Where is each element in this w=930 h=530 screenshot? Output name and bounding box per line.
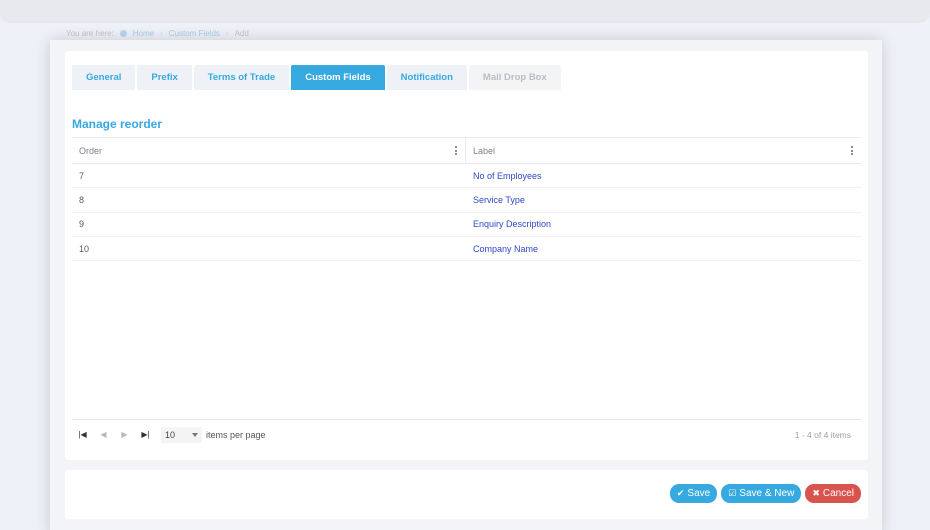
next-page-icon[interactable]: ▶	[114, 425, 135, 445]
label-cell[interactable]: No of Employees	[466, 164, 861, 187]
breadcrumb-home[interactable]: Home	[133, 29, 154, 38]
tab-notification[interactable]: Notification	[386, 65, 467, 90]
top-bar	[0, 0, 930, 23]
reorder-grid: Order Label 7 No of Employees 8 Service …	[72, 137, 861, 431]
home-icon	[119, 30, 127, 37]
chevron-down-icon	[192, 432, 198, 437]
tab-mail-drop-box: Mail Drop Box	[468, 65, 561, 90]
order-cell: 7	[79, 170, 85, 181]
action-bar: ✔ Save ☑ Save & New ✖ Cancel	[65, 470, 868, 519]
grid-header: Order Label	[72, 138, 861, 164]
settings-modal: General Prefix Terms of Trade Custom Fie…	[50, 40, 882, 530]
tab-bar: General Prefix Terms of Trade Custom Fie…	[72, 65, 561, 90]
pager: |◀ ◀ ▶ ▶| 10 items per page 1 - 4 of 4 i…	[72, 419, 861, 449]
label-cell[interactable]: Service Type	[466, 188, 861, 211]
section-title: Manage reorder	[72, 117, 163, 131]
check-icon: ✔	[676, 488, 685, 498]
table-row[interactable]: 9 Enquiry Description	[72, 213, 861, 237]
breadcrumb-separator: ›	[160, 29, 163, 38]
breadcrumb-current: Add	[234, 29, 249, 38]
close-icon: ✖	[812, 488, 820, 498]
table-row[interactable]: 7 No of Employees	[72, 164, 861, 189]
breadcrumb: You are here: Home › Custom Fields › Add	[66, 29, 249, 38]
column-menu-icon[interactable]	[453, 146, 459, 155]
tab-general[interactable]: General	[72, 65, 136, 90]
cancel-button[interactable]: ✖ Cancel	[805, 484, 861, 503]
last-page-icon[interactable]: ▶|	[135, 425, 156, 445]
page-size-select[interactable]: 10	[161, 426, 202, 443]
order-cell: 10	[79, 243, 90, 254]
breadcrumb-separator: ›	[225, 29, 229, 38]
save-and-new-label: Save & New	[739, 488, 795, 499]
first-page-icon[interactable]: |◀	[72, 425, 93, 445]
save-button-label: Save	[687, 488, 711, 499]
breadcrumb-prefix: You are here:	[66, 29, 114, 38]
label-cell[interactable]: Company Name	[466, 237, 861, 260]
order-cell: 8	[79, 194, 85, 205]
column-header-label: Label	[473, 145, 496, 156]
prev-page-icon[interactable]: ◀	[93, 425, 114, 445]
table-row[interactable]: 10 Company Name	[72, 237, 861, 262]
save-button[interactable]: ✔ Save	[669, 484, 718, 503]
action-buttons: ✔ Save ☑ Save & New ✖ Cancel	[669, 484, 861, 503]
tab-custom-fields[interactable]: Custom Fields	[291, 65, 385, 90]
content-panel: General Prefix Terms of Trade Custom Fie…	[65, 51, 868, 460]
order-cell: 9	[79, 219, 85, 230]
table-row[interactable]: 8 Service Type	[72, 188, 861, 213]
pager-info: 1 - 4 of 4 items	[794, 429, 851, 440]
column-header-label-col[interactable]: Label	[466, 138, 861, 163]
breadcrumb-custom-fields[interactable]: Custom Fields	[169, 29, 220, 38]
page-size-value: 10	[165, 429, 176, 440]
column-header-order[interactable]: Order	[72, 138, 466, 163]
column-header-label: Order	[79, 145, 103, 156]
tab-prefix[interactable]: Prefix	[137, 65, 192, 90]
tab-terms-of-trade[interactable]: Terms of Trade	[193, 65, 290, 90]
cancel-button-label: Cancel	[822, 488, 854, 499]
save-and-new-button[interactable]: ☑ Save & New	[721, 484, 802, 503]
check-square-icon: ☑	[728, 488, 737, 498]
items-per-page-label: items per page	[206, 429, 266, 440]
label-cell[interactable]: Enquiry Description	[466, 213, 861, 236]
column-menu-icon[interactable]	[849, 146, 855, 155]
